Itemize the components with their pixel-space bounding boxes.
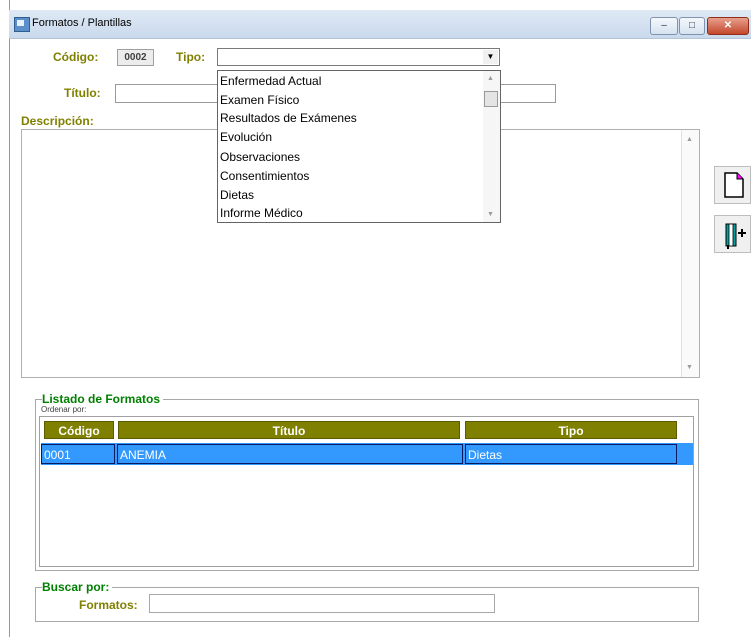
close-button[interactable]: ✕	[707, 17, 749, 35]
dropdown-scrollbar[interactable]: ▲ ▼	[483, 71, 500, 222]
scroll-thumb[interactable]	[484, 91, 498, 107]
scroll-down-icon[interactable]: ▼	[487, 211, 494, 218]
dropdown-option[interactable]: Examen Físico	[220, 91, 299, 109]
dropdown-option[interactable]: Observaciones	[220, 148, 300, 166]
insert-column-icon	[725, 223, 746, 249]
dropdown-option[interactable]: Informe Médico	[220, 204, 303, 222]
title-bar: Formatos / Plantillas – □ ✕	[9, 10, 751, 39]
descripcion-scrollbar[interactable]: ▲ ▼	[681, 130, 699, 377]
dropdown-option[interactable]: Consentimientos	[220, 167, 309, 185]
scroll-up-icon[interactable]: ▲	[686, 136, 693, 143]
dropdown-option[interactable]: Evolución	[220, 128, 272, 146]
chevron-down-icon[interactable]: ▼	[483, 50, 498, 64]
table-row[interactable]: 0001 ANEMIA Dietas	[41, 443, 693, 465]
formatos-search-input[interactable]	[149, 594, 495, 613]
app-icon	[14, 17, 30, 32]
tipo-select[interactable]: ▼	[217, 48, 500, 66]
dropdown-option[interactable]: Enfermedad Actual	[220, 72, 321, 90]
cell-tipo: Dietas	[465, 444, 677, 464]
background-edge	[0, 0, 9, 637]
scroll-down-icon[interactable]: ▼	[686, 364, 693, 371]
list-legend: Listado de Formatos	[42, 392, 164, 406]
insert-button[interactable]	[714, 215, 751, 253]
column-header-titulo[interactable]: Título	[118, 421, 460, 439]
dropdown-option[interactable]: Dietas	[220, 186, 254, 204]
scroll-up-icon[interactable]: ▲	[487, 75, 494, 82]
tipo-dropdown-list[interactable]: Enfermedad Actual Examen Físico Resultad…	[217, 70, 501, 223]
codigo-label: Código:	[53, 50, 99, 64]
formats-grid[interactable]: Código Título Tipo 0001 ANEMIA Dietas	[39, 416, 694, 567]
descripcion-label: Descripción:	[21, 114, 94, 128]
window-title: Formatos / Plantillas	[32, 17, 132, 29]
codigo-field: 0002	[117, 49, 154, 66]
titulo-label: Título:	[64, 86, 101, 100]
order-by-label: Ordenar por:	[41, 405, 87, 414]
formatos-label: Formatos:	[79, 598, 138, 612]
search-legend: Buscar por:	[42, 580, 113, 594]
dropdown-option[interactable]: Resultados de Exámenes	[220, 109, 357, 127]
cell-codigo: 0001	[41, 444, 115, 464]
new-format-button[interactable]	[714, 166, 751, 204]
cell-titulo: ANEMIA	[117, 444, 463, 464]
column-header-codigo[interactable]: Código	[44, 421, 114, 439]
maximize-button[interactable]: □	[679, 17, 705, 35]
tipo-label: Tipo:	[176, 50, 206, 64]
new-document-icon	[724, 172, 744, 198]
minimize-button[interactable]: –	[650, 17, 678, 35]
column-header-tipo[interactable]: Tipo	[465, 421, 677, 439]
